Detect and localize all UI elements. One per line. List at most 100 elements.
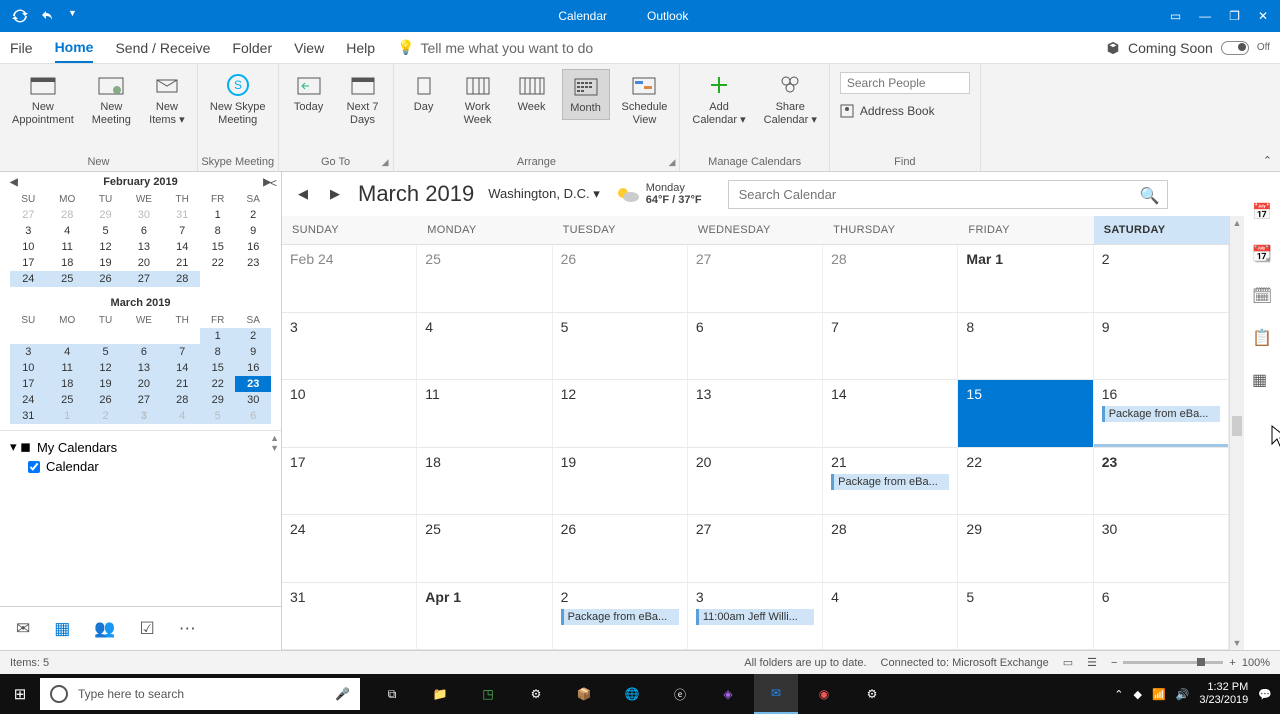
mini-cal-day[interactable]: 3	[10, 223, 47, 239]
calendar-day[interactable]: Feb 24	[282, 245, 417, 312]
mini-cal-day[interactable]: 17	[10, 255, 47, 271]
mini-cal-day[interactable]: 21	[164, 255, 200, 271]
mini-cal-day[interactable]: 16	[235, 360, 271, 376]
calendar-day[interactable]: 4	[823, 583, 958, 650]
calendar-day[interactable]: Apr 1	[417, 583, 552, 650]
mini-cal-day[interactable]: 16	[235, 239, 271, 255]
calendar-event[interactable]: Package from eBa...	[1102, 406, 1220, 422]
mini-cal-day[interactable]	[164, 328, 200, 344]
month-button[interactable]: Month	[562, 69, 610, 120]
grid-icon[interactable]: ▦	[1252, 370, 1272, 390]
mini-cal-day[interactable]: 5	[88, 223, 124, 239]
mini-cal-day[interactable]: 31	[164, 207, 200, 223]
tab-help[interactable]: Help	[346, 34, 375, 62]
view-normal-icon[interactable]: ▭	[1063, 656, 1073, 669]
mini-cal-day[interactable]: 7	[164, 223, 200, 239]
outlook-icon[interactable]: ✉	[754, 674, 798, 714]
mini-cal-day[interactable]: 7	[164, 344, 200, 360]
calendar-day[interactable]: 26	[553, 515, 688, 582]
week-button[interactable]: Week	[508, 69, 556, 118]
calendar-event[interactable]: Package from eBa...	[561, 609, 679, 625]
launcher-icon[interactable]: ◢	[669, 157, 676, 168]
mini-cal-day[interactable]: 18	[47, 255, 88, 271]
vs-icon[interactable]: ◈	[706, 674, 750, 714]
calendar-day[interactable]: 6	[1094, 583, 1229, 650]
calendar-day[interactable]: 27	[688, 515, 823, 582]
calendar-day[interactable]: 13	[688, 380, 823, 447]
scroll-thumb[interactable]	[1232, 416, 1242, 436]
scroll-up-icon[interactable]: ▲	[270, 433, 279, 443]
calendar-event[interactable]: 11:00am Jeff Willi...	[696, 609, 814, 625]
notifications-icon[interactable]: 💬	[1258, 688, 1272, 701]
tray-app-icon[interactable]: ◆	[1133, 688, 1141, 701]
calendar-day[interactable]: Mar 1	[958, 245, 1093, 312]
mini-cal-day[interactable]: 1	[200, 328, 236, 344]
calendar-day[interactable]: 5	[553, 313, 688, 380]
minimize-icon[interactable]: —	[1199, 9, 1211, 23]
mini-cal-day[interactable]: 27	[123, 392, 164, 408]
calendar-day[interactable]: 20	[688, 448, 823, 515]
mini-cal-day[interactable]: 24	[10, 392, 47, 408]
search-icon[interactable]: 🔍	[1140, 186, 1160, 206]
calendar-day[interactable]: 19	[553, 448, 688, 515]
mini-cal-day[interactable]: 28	[164, 271, 200, 287]
mini-cal-day[interactable]: 30	[235, 392, 271, 408]
zoom-control[interactable]: − + 100%	[1111, 657, 1270, 669]
calendar-day[interactable]: 22	[958, 448, 1093, 515]
mic-icon[interactable]: 🎤	[335, 687, 350, 701]
coming-soon-toggle[interactable]	[1221, 41, 1249, 55]
taskbar-search[interactable]: Type here to search 🎤	[40, 678, 360, 710]
mini-cal-day[interactable]: 25	[47, 271, 88, 287]
zoom-in-icon[interactable]: +	[1229, 657, 1235, 669]
calendar-day[interactable]: 6	[688, 313, 823, 380]
clock[interactable]: 1:32 PM 3/23/2019	[1199, 681, 1248, 707]
maximize-icon[interactable]: ❐	[1229, 9, 1240, 23]
mini-cal-day[interactable]: 9	[235, 223, 271, 239]
mini-cal-day[interactable]: 22	[200, 255, 236, 271]
calendar-day[interactable]: 30	[1094, 515, 1229, 582]
mail-icon[interactable]: ✉	[16, 619, 30, 639]
tab-view[interactable]: View	[294, 34, 324, 62]
mini-cal-day[interactable]: 9	[235, 344, 271, 360]
calendar-day[interactable]: 7	[823, 313, 958, 380]
mini-cal-day[interactable]: 6	[123, 344, 164, 360]
app-icon[interactable]: 📦	[562, 674, 606, 714]
calendar-day[interactable]: 9	[1094, 313, 1229, 380]
mini-cal-day[interactable]	[10, 328, 47, 344]
calendar-search-input[interactable]	[728, 180, 1168, 209]
calendar-day[interactable]: 8	[958, 313, 1093, 380]
start-button[interactable]: ⊞	[0, 685, 40, 703]
calendar-day[interactable]: 25	[417, 245, 552, 312]
mini-cal-day[interactable]: 8	[200, 344, 236, 360]
calendar-day[interactable]: 25	[417, 515, 552, 582]
tasks-icon[interactable]: ☑	[139, 619, 154, 639]
mini-cal-day[interactable]: 27	[123, 271, 164, 287]
scroll-down-icon[interactable]: ▼	[270, 443, 279, 453]
add-calendar-button[interactable]: Add Calendar ▾	[686, 69, 751, 131]
mini-cal-day[interactable]: 21	[164, 376, 200, 392]
ribbon-display-icon[interactable]: ▭	[1170, 9, 1181, 23]
calendar-day[interactable]: 27	[688, 245, 823, 312]
today-icon[interactable]: 📆	[1252, 244, 1272, 264]
mini-cal-day[interactable]: 13	[123, 239, 164, 255]
today-button[interactable]: Today	[285, 69, 333, 118]
mini-cal-day[interactable]: 6	[123, 223, 164, 239]
mini-cal-day[interactable]: 11	[47, 360, 88, 376]
mini-cal-day[interactable]: 20	[123, 376, 164, 392]
scroll-up-icon[interactable]: ▲	[1230, 218, 1244, 228]
day-view-icon[interactable]: 🗓	[1252, 286, 1272, 306]
mini-cal-day[interactable]	[123, 328, 164, 344]
mini-cal-day[interactable]: 3	[10, 344, 47, 360]
mini-cal-day[interactable]: 30	[123, 207, 164, 223]
new-appointment-button[interactable]: New Appointment	[6, 69, 80, 131]
prev-month-icon[interactable]: ◀	[294, 186, 312, 202]
mini-cal-day[interactable]: 8	[200, 223, 236, 239]
tray-overflow-icon[interactable]: ⌃	[1114, 688, 1123, 701]
week-view-icon[interactable]: 📋	[1252, 328, 1272, 348]
mini-cal-day[interactable]: 18	[47, 376, 88, 392]
tell-me[interactable]: 💡 Tell me what you want to do	[397, 39, 593, 56]
tab-home[interactable]: Home	[55, 33, 94, 63]
calendar-item[interactable]: Calendar	[10, 457, 271, 476]
search-people-input[interactable]	[840, 72, 970, 94]
calendar-day[interactable]: 21Package from eBa...	[823, 448, 958, 515]
